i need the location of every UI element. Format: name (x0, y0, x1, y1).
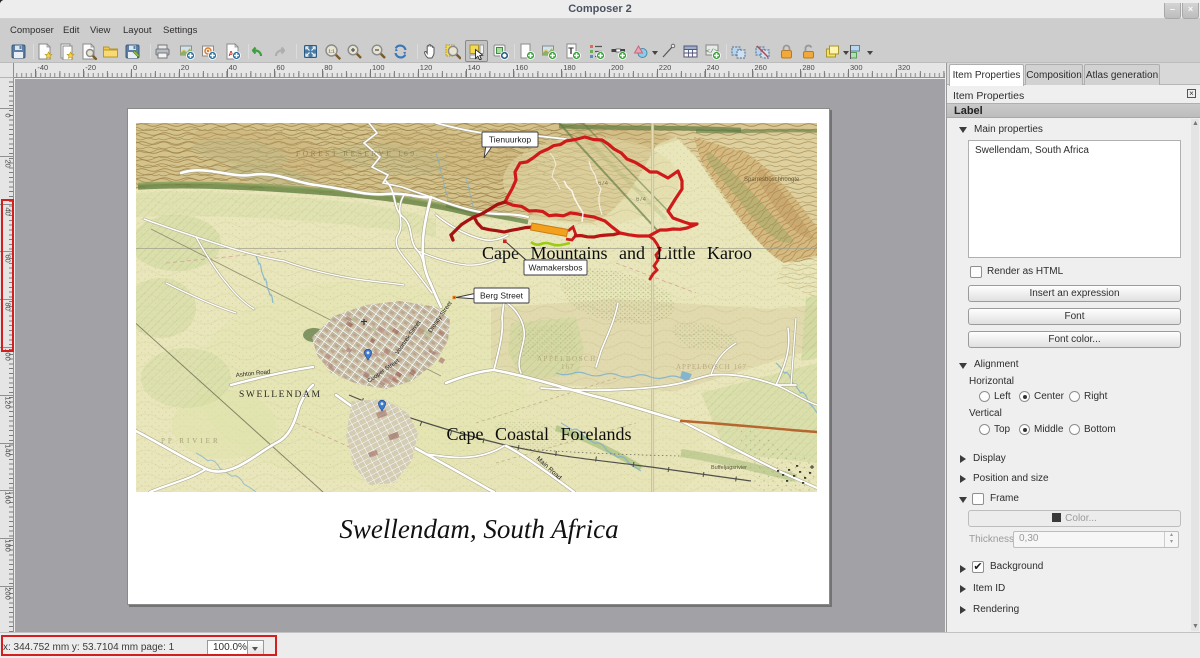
svg-text:SWELLENDAM: SWELLENDAM (239, 390, 322, 400)
svg-text:PP RIVIER: PP RIVIER (161, 437, 221, 445)
svg-text:Tienuurkop: Tienuurkop (489, 135, 531, 145)
svg-text:Buffeljagsrivier: Buffeljagsrivier (711, 465, 747, 471)
svg-text:Wamakersbos: Wamakersbos (528, 263, 582, 273)
svg-text:674: 674 (636, 197, 647, 203)
svg-text:167: 167 (561, 363, 575, 371)
svg-text:Cape Mountains and Little Karo: Cape Mountains and Little Karoo (482, 243, 752, 263)
svg-text:Cape Coastal Forelands: Cape Coastal Forelands (447, 424, 632, 444)
svg-text:APPELBOSCH: APPELBOSCH (537, 355, 597, 363)
svg-text:1:1: 1:1 (328, 49, 335, 54)
svg-text:Sparresboschhoogte: Sparresboschhoogte (744, 177, 800, 183)
svg-text:FOREST RESERVE 169: FOREST RESERVE 169 (296, 149, 417, 158)
svg-text:Berg Street: Berg Street (480, 291, 524, 301)
svg-text:APPELBOSCH 167: APPELBOSCH 167 (676, 363, 747, 371)
